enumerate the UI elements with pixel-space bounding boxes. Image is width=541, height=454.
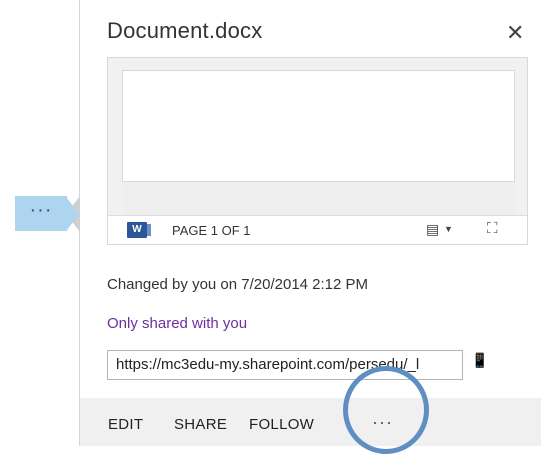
fullscreen-icon[interactable]: ⛶ [487,220,498,237]
close-icon[interactable]: ✕ [506,20,524,46]
document-title: Document.docx [107,18,263,43]
modified-info: Changed by you on 7/20/2014 2:12 PM [107,276,369,293]
sharing-status-link[interactable]: Only shared with you [107,315,247,332]
page-count-label: PAGE 1 OF 1 [172,223,251,238]
word-icon: W [127,222,151,238]
action-bar: EDIT SHARE FOLLOW ··· [80,398,541,446]
more-options-tab[interactable]: ··· [15,196,67,231]
callout-pointer [67,198,79,230]
preview-page-lower [122,182,515,216]
follow-button[interactable]: FOLLOW [249,416,314,433]
mobile-link-icon[interactable]: 📱 [471,352,488,369]
view-mode-icon[interactable]: ▤ [426,221,439,238]
highlight-circle-annotation [343,366,429,454]
document-preview[interactable]: W PAGE 1 OF 1 ▤ ▼ ⛶ [107,57,528,245]
chevron-down-icon[interactable]: ▼ [444,224,453,234]
preview-page [122,70,515,182]
edit-button[interactable]: EDIT [108,416,143,433]
preview-toolbar: W PAGE 1 OF 1 ▤ ▼ ⛶ [108,215,527,244]
share-button[interactable]: SHARE [174,416,227,433]
